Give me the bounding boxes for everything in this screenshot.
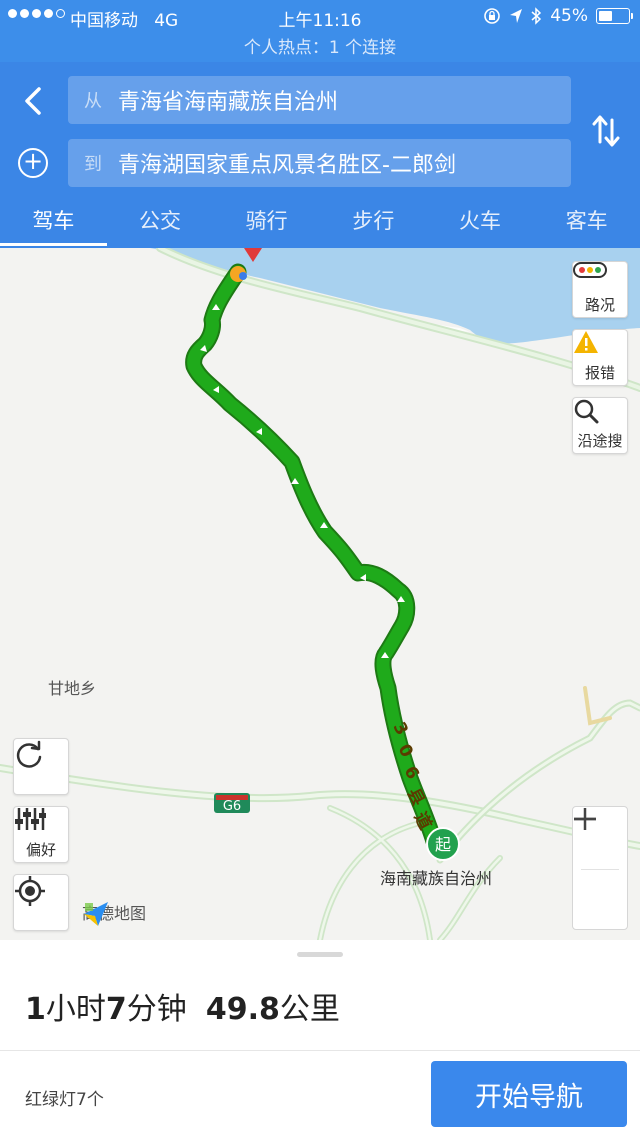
amap-logo-icon <box>84 902 108 926</box>
add-waypoint-button[interactable]: + <box>18 148 48 178</box>
duration-minutes: 7 <box>105 992 127 1027</box>
origin-prefix: 从 <box>84 91 102 112</box>
battery-percent: 45% <box>550 6 588 26</box>
search-along-label: 沿途搜 <box>577 432 623 450</box>
route-header: + 从 青海省海南藏族自治州 到 青海湖国家重点风景名胜区-二郎剑 驾车 公交 … <box>0 62 640 248</box>
rotation-lock-icon <box>484 8 501 24</box>
town-label: 甘地乡 <box>48 679 97 698</box>
chevron-left-icon <box>25 87 41 115</box>
traffic-label: 路况 <box>584 296 615 314</box>
minute-unit: 分钟 <box>126 992 187 1027</box>
divider <box>0 1050 640 1051</box>
start-place-label: 海南藏族自治州 <box>380 869 493 888</box>
preference-button[interactable]: 偏好 <box>13 806 69 863</box>
start-marker-label: 起 <box>435 835 451 854</box>
swap-button[interactable] <box>592 112 620 150</box>
route-summary-panel: 1小时7分钟 49.8公里 红绿灯7个 开始导航 <box>0 940 640 1137</box>
zoom-out-button[interactable] <box>573 817 627 932</box>
location-arrow-icon <box>510 9 523 23</box>
zoom-control <box>572 806 628 930</box>
tab-drive[interactable]: 驾车 <box>0 200 107 248</box>
tab-bus[interactable]: 公交 <box>107 200 214 248</box>
plus-icon: + <box>22 147 44 175</box>
origin-field[interactable]: 从 青海省海南藏族自治州 <box>68 76 571 124</box>
route-summary: 1小时7分钟 49.8公里 <box>25 984 340 1028</box>
tab-bike[interactable]: 骑行 <box>213 200 320 248</box>
g6-badge-text: G6 <box>223 799 241 814</box>
distance-value: 49.8 <box>205 992 280 1027</box>
tab-coach[interactable]: 客车 <box>533 200 640 248</box>
map-view[interactable]: 起 3 0 6 县 道 G6 甘地乡 海南藏族自治州 路况 报错 沿途搜 偏好 … <box>0 248 640 940</box>
bluetooth-icon <box>531 7 542 25</box>
tab-train[interactable]: 火车 <box>427 200 534 248</box>
destination-prefix: 到 <box>84 154 102 175</box>
origin-value: 青海省海南藏族自治州 <box>118 90 339 115</box>
traffic-button[interactable]: 路况 <box>572 261 628 318</box>
search-along-button[interactable]: 沿途搜 <box>572 397 628 454</box>
crosshair-locate-icon <box>15 876 45 906</box>
status-bar: 中国移动 4G 上午11:16 45% 个人热点：1 个连接 <box>0 0 640 62</box>
locate-button[interactable] <box>13 874 69 931</box>
report-label: 报错 <box>584 364 615 382</box>
amap-logo: 高德地图 <box>82 900 146 926</box>
start-navigation-button[interactable]: 开始导航 <box>431 1061 627 1127</box>
preference-label: 偏好 <box>25 841 56 859</box>
back-button[interactable] <box>18 84 48 118</box>
drag-handle[interactable] <box>297 952 343 957</box>
refresh-icon <box>16 740 42 768</box>
destination-field[interactable]: 到 青海湖国家重点风景名胜区-二郎剑 <box>68 139 571 187</box>
duration-hours: 1 <box>25 992 46 1027</box>
report-button[interactable]: 报错 <box>572 329 628 386</box>
distance-unit: 公里 <box>279 992 340 1027</box>
battery-icon <box>596 8 633 24</box>
hour-unit: 小时 <box>45 992 106 1027</box>
destination-value: 青海湖国家重点风景名胜区-二郎剑 <box>118 153 456 178</box>
traffic-lights-count: 红绿灯7个 <box>25 1090 104 1110</box>
hotspot-status: 个人热点：1 个连接 <box>243 38 397 58</box>
map-canvas: 起 3 0 6 县 道 G6 <box>0 248 640 940</box>
transport-tabs: 驾车 公交 骑行 步行 火车 客车 <box>0 200 640 248</box>
swap-arrows-icon <box>592 115 620 147</box>
refresh-button[interactable] <box>13 738 69 795</box>
minus-icon <box>574 817 596 821</box>
tab-walk[interactable]: 步行 <box>320 200 427 248</box>
